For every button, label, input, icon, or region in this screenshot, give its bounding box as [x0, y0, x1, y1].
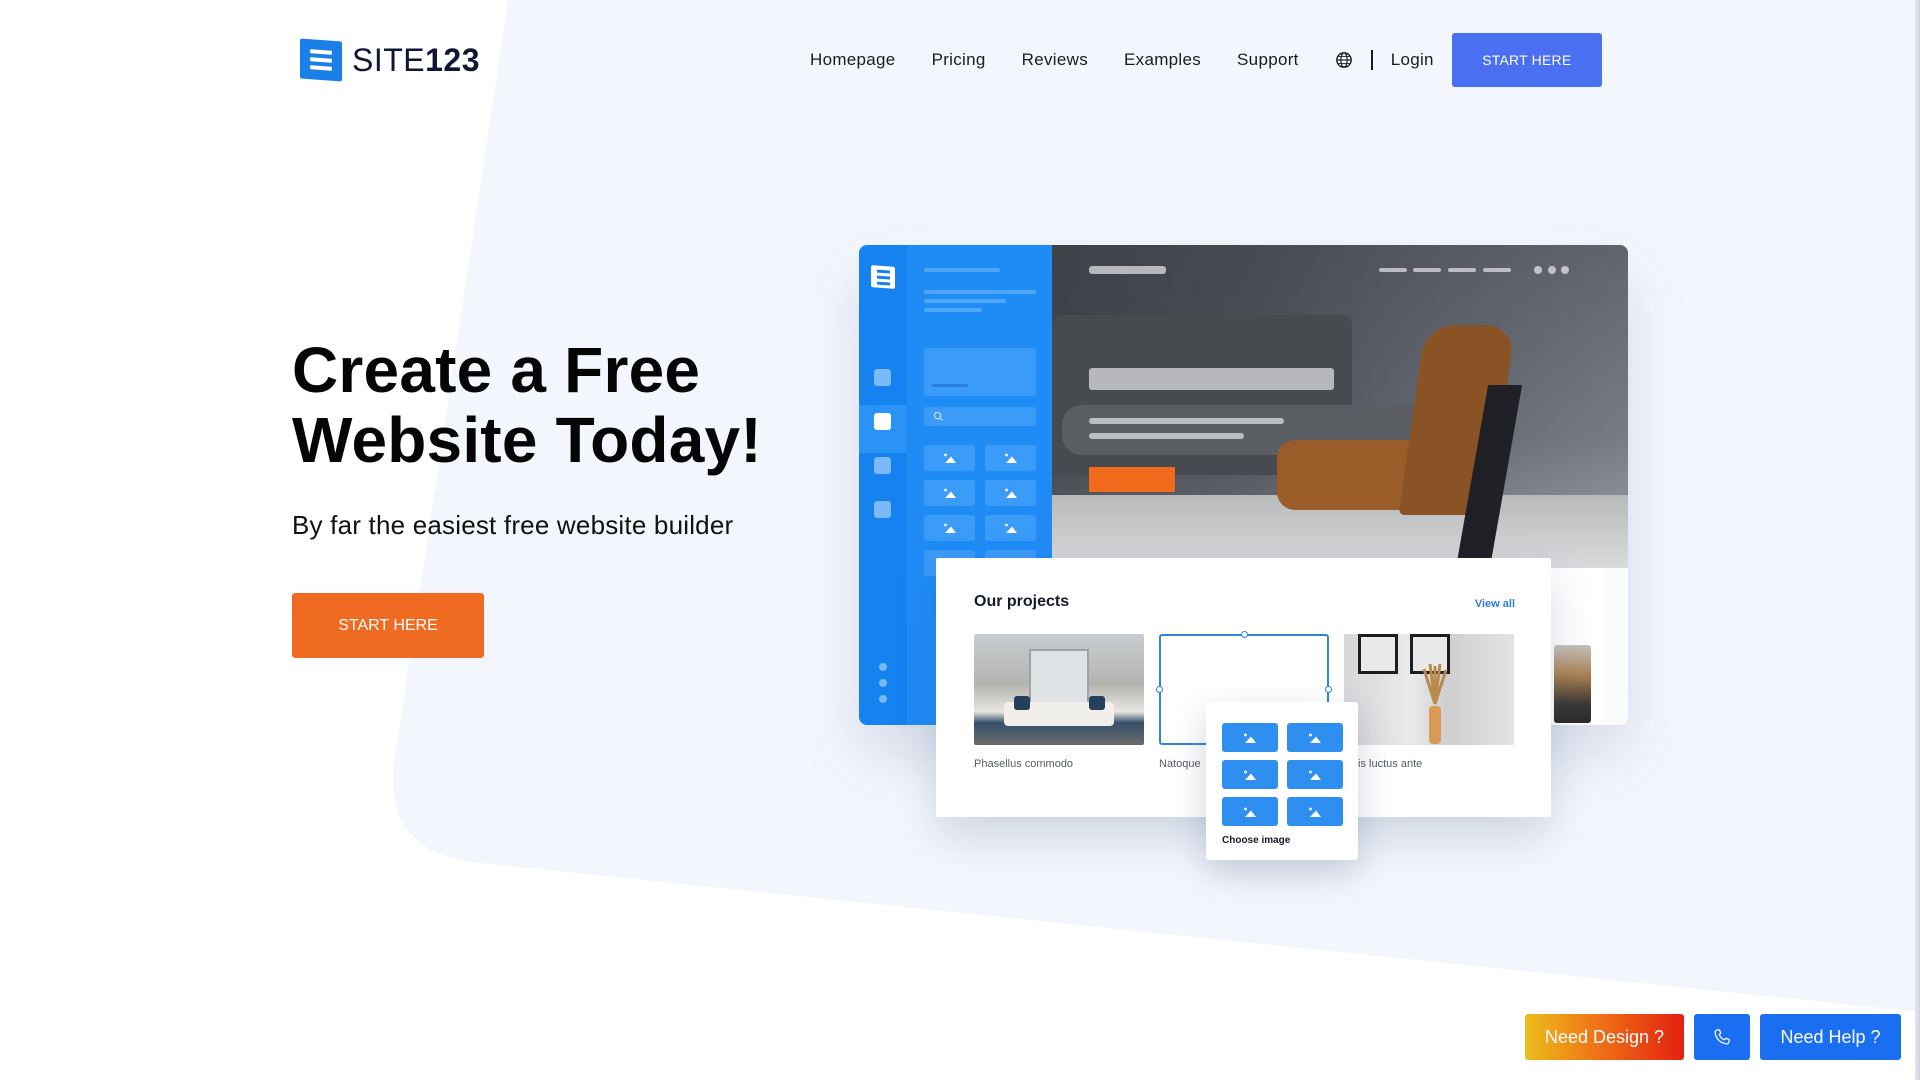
image-option-icon[interactable]	[1287, 723, 1343, 752]
hero-title-line2: Website Today!	[292, 404, 762, 476]
mockup-dot	[879, 663, 887, 671]
mockup-logo-icon	[871, 265, 895, 289]
placeholder-cta	[1089, 467, 1175, 492]
project-label: Phasellus commodo	[974, 758, 1074, 770]
logo-text: SITE	[352, 41, 426, 78]
search-icon	[933, 411, 944, 422]
placeholder-menu-line	[1483, 268, 1511, 272]
mockup-dot	[879, 679, 887, 687]
hero-title-line1: Create a Free	[292, 334, 701, 406]
placeholder-dot	[1534, 266, 1542, 274]
placeholder-line	[924, 299, 1006, 303]
hero-section: Create a Free Website Today! By far the …	[292, 335, 812, 658]
hero-title: Create a Free Website Today!	[292, 335, 812, 475]
placeholder-line	[924, 268, 1000, 272]
page-scrollbar[interactable]	[1915, 0, 1920, 1080]
nav-homepage[interactable]: Homepage	[810, 50, 896, 70]
nav-reviews[interactable]: Reviews	[1022, 50, 1088, 70]
mockup-rail-square-icon	[874, 501, 891, 518]
mockup-hero-photo	[1052, 245, 1628, 568]
hero-start-button[interactable]: START HERE	[292, 593, 484, 658]
site-logo[interactable]: SITE123	[300, 38, 480, 82]
mockup-image-tile-icon	[985, 445, 1036, 471]
placeholder-bar	[1089, 266, 1166, 274]
mockup-rail-square-icon	[874, 369, 891, 386]
mockup-image-tile-icon	[924, 515, 975, 541]
choose-image-label: Choose image	[1222, 835, 1291, 846]
image-chooser-popup: Choose image	[1206, 702, 1358, 860]
image-option-icon[interactable]	[1222, 760, 1278, 789]
nav-support[interactable]: Support	[1237, 50, 1299, 70]
placeholder-headline	[1089, 368, 1334, 390]
header-start-button[interactable]: START HERE	[1451, 33, 1602, 87]
mockup-image-tile-icon	[985, 480, 1036, 506]
placeholder-dot	[1561, 266, 1569, 274]
mockup-search-field	[924, 407, 1036, 426]
nav-pricing[interactable]: Pricing	[932, 50, 986, 70]
mockup-rail-square-icon	[874, 413, 891, 430]
main-nav: Homepage Pricing Reviews Examples Suppor…	[810, 33, 1602, 87]
placeholder-menu-line	[1413, 268, 1441, 272]
image-option-icon[interactable]	[1287, 760, 1343, 789]
image-option-icon[interactable]	[1222, 797, 1278, 826]
view-all-link[interactable]: View all	[1475, 598, 1515, 610]
phone-icon	[1714, 1029, 1730, 1045]
resize-handle[interactable]	[1241, 631, 1248, 638]
resize-handle[interactable]	[1156, 686, 1163, 693]
site123-logo-icon	[300, 38, 342, 82]
placeholder-dot	[1548, 266, 1556, 274]
mockup-image-tile-icon	[985, 515, 1036, 541]
project-label: Natoque	[1159, 758, 1201, 770]
need-help-button[interactable]: Need Help ?	[1760, 1014, 1901, 1060]
mockup-image-tile-icon	[924, 480, 975, 506]
resize-handle[interactable]	[1325, 686, 1332, 693]
nav-divider	[1370, 50, 1373, 70]
logo-wordmark: SITE123	[352, 42, 480, 79]
nav-login[interactable]: Login	[1391, 50, 1434, 70]
project-thumbnail-partial	[1554, 645, 1591, 723]
mockup-image-tile-icon	[924, 445, 975, 471]
placeholder-menu-line	[1448, 268, 1476, 272]
project-thumbnail[interactable]	[974, 634, 1144, 745]
placeholder-line	[924, 308, 982, 312]
need-design-button[interactable]: Need Design ?	[1525, 1014, 1684, 1060]
projects-title: Our projects	[974, 593, 1070, 610]
phone-button[interactable]	[1694, 1014, 1750, 1060]
project-thumbnail[interactable]	[1344, 634, 1514, 745]
mockup-sidebar-rail	[859, 245, 907, 725]
image-option-icon[interactable]	[1287, 797, 1343, 826]
placeholder-line	[1089, 433, 1244, 439]
site-header: SITE123 Homepage Pricing Reviews Example…	[0, 0, 1920, 120]
mockup-rail-square-icon	[874, 457, 891, 474]
placeholder-box	[924, 348, 1036, 396]
nav-examples[interactable]: Examples	[1124, 50, 1201, 70]
logo-number: 123	[425, 41, 481, 78]
mockup-dot	[879, 695, 887, 703]
hero-subtitle: By far the easiest free website builder	[292, 510, 734, 540]
placeholder-line	[924, 290, 1036, 294]
globe-icon[interactable]	[1335, 51, 1353, 69]
image-option-icon[interactable]	[1222, 723, 1278, 752]
placeholder-line	[1089, 418, 1284, 424]
placeholder-menu-line	[1379, 268, 1407, 272]
